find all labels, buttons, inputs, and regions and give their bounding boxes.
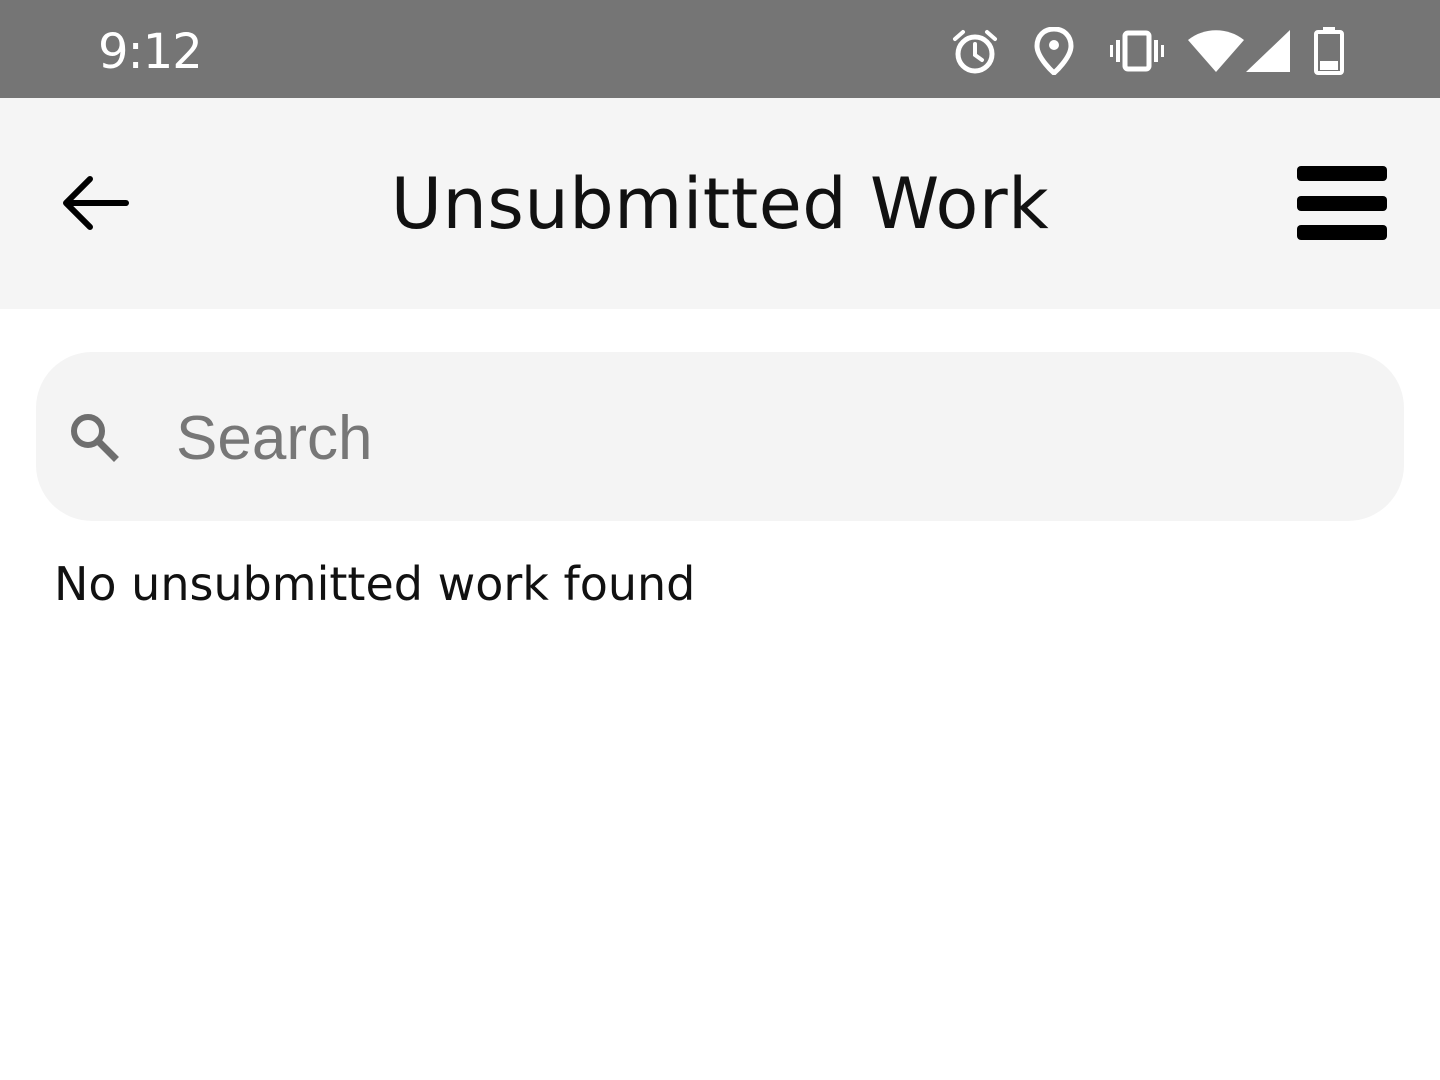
- location-icon: [1034, 27, 1074, 75]
- hamburger-menu-button[interactable]: [1290, 156, 1394, 250]
- back-button[interactable]: [50, 158, 140, 248]
- wifi-icon: [1188, 30, 1244, 72]
- page-title: Unsubmitted Work: [390, 163, 1050, 245]
- vibrate-icon: [1110, 30, 1164, 72]
- cellular-signal-icon: [1246, 30, 1290, 72]
- empty-state-message: No unsubmitted work found: [54, 557, 696, 611]
- app-bar: Unsubmitted Work: [0, 98, 1440, 309]
- battery-icon: [1314, 27, 1344, 75]
- status-bar: 9:12: [0, 0, 1440, 98]
- alarm-icon: [953, 30, 997, 74]
- search-icon: [71, 414, 119, 462]
- arrow-left-icon: [63, 176, 129, 230]
- status-time: 9:12: [98, 24, 203, 80]
- search-input[interactable]: [176, 400, 1356, 476]
- status-icons: [920, 0, 1440, 98]
